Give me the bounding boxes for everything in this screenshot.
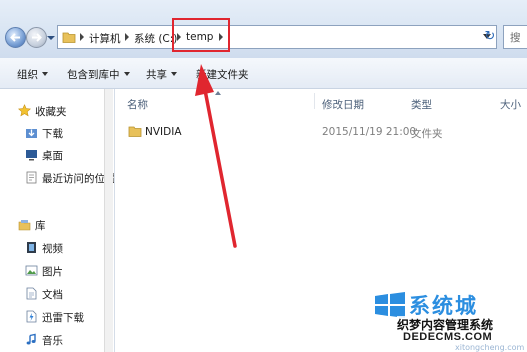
column-header-size[interactable]: 大小 (500, 97, 521, 112)
folder-icon (62, 32, 76, 43)
music-note-icon (26, 333, 36, 345)
folder-icon (128, 126, 142, 137)
sort-ascending-icon (215, 91, 221, 95)
share-label: 共享 (146, 69, 167, 81)
address-bar-area: 计算机 系统 (C:) temp ↻ 搜 (0, 0, 527, 58)
include-in-library-button[interactable]: 包含到库中 (67, 67, 130, 82)
search-placeholder: 搜 (510, 32, 521, 44)
column-separator[interactable] (314, 93, 315, 109)
nav-favorites-label: 收藏夹 (35, 106, 67, 118)
breadcrumb-computer[interactable]: 计算机 (89, 31, 121, 46)
thunder-downloads-icon (26, 310, 37, 323)
documents-icon (26, 287, 37, 300)
library-icon (18, 220, 31, 231)
arrow-right-icon (32, 33, 42, 42)
nav-pane-scrollbar[interactable] (104, 89, 113, 352)
refresh-icon: ↻ (484, 29, 496, 44)
pictures-icon (25, 265, 38, 276)
windows-logo-icon (375, 292, 405, 318)
search-input[interactable]: 搜 (503, 25, 527, 49)
desktop-icon (26, 150, 37, 161)
column-header-type[interactable]: 类型 (411, 97, 432, 112)
include-in-library-label: 包含到库中 (67, 69, 120, 81)
nav-libraries-label: 库 (35, 220, 46, 232)
navigation-pane: 收藏夹 下载 桌面 最近访问的位置 库 视频 图片 文档 迅雷下载 音乐 (0, 89, 116, 352)
pane-divider[interactable] (114, 89, 115, 352)
breadcrumb-separator-icon[interactable] (125, 33, 129, 41)
breadcrumb-system-drive[interactable]: 系统 (C:) (134, 31, 177, 46)
nav-item-label: 音乐 (42, 335, 63, 347)
annotation-highlight-box (172, 18, 230, 52)
organize-label: 组织 (17, 69, 38, 81)
recent-places-icon (26, 171, 37, 184)
watermark: 系统城 织梦内容管理系统 DEDECMS.COM xitongcheng.com (365, 288, 527, 352)
chevron-down-icon (123, 72, 130, 76)
star-icon (18, 104, 31, 117)
file-date-modified: 2015/11/19 21:00 (322, 126, 417, 138)
recent-pages-dropdown-icon[interactable] (47, 34, 55, 42)
address-box[interactable]: 计算机 系统 (C:) temp (57, 25, 497, 49)
nav-item-label: 下载 (42, 128, 63, 140)
organize-button[interactable]: 组织 (17, 67, 48, 82)
file-type: 文件夹 (411, 128, 443, 140)
watermark-url: xitongcheng.com (455, 343, 525, 352)
column-header-date-modified[interactable]: 修改日期 (322, 97, 364, 112)
downloads-folder-icon (26, 129, 37, 138)
file-name: NVIDIA (145, 126, 182, 138)
nav-item-label: 文档 (42, 289, 63, 301)
nav-item-label: 视频 (42, 243, 63, 255)
refresh-button[interactable]: ↻ (480, 26, 500, 48)
breadcrumb-separator-icon[interactable] (80, 33, 84, 41)
nav-item-label: 图片 (42, 266, 63, 278)
column-header-name[interactable]: 名称 (127, 97, 148, 112)
nav-item-label: 迅雷下载 (42, 312, 84, 324)
command-bar: 组织 包含到库中 共享 新建文件夹 (0, 58, 527, 89)
video-icon (27, 242, 36, 253)
chevron-down-icon (171, 72, 177, 76)
watermark-site: DEDECMS.COM (403, 331, 493, 343)
forward-button[interactable] (26, 27, 47, 48)
arrow-left-icon (10, 33, 20, 42)
new-folder-button[interactable]: 新建文件夹 (196, 67, 249, 82)
nav-item-label: 桌面 (42, 150, 63, 162)
back-button[interactable] (5, 27, 26, 48)
share-button[interactable]: 共享 (146, 67, 177, 82)
chevron-down-icon (42, 72, 48, 76)
